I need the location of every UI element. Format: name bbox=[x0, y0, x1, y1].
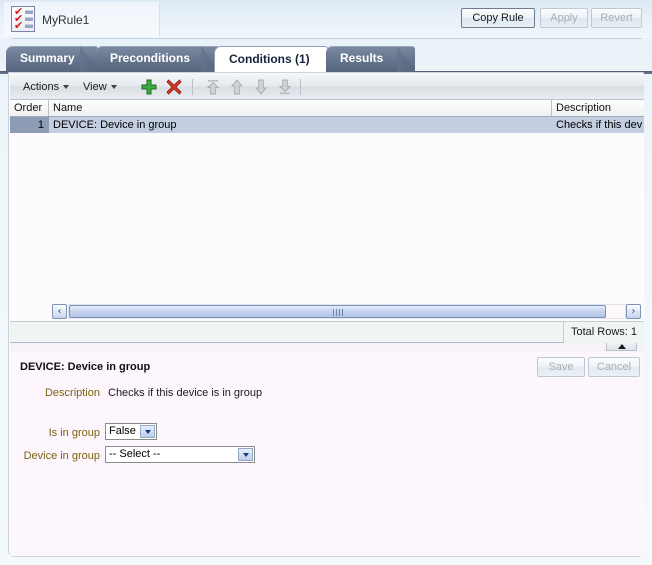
delete-icon[interactable] bbox=[165, 78, 183, 96]
splitter-collapse-button[interactable] bbox=[606, 343, 637, 351]
table-row[interactable]: 1 DEVICE: Device in group Checks if this… bbox=[10, 117, 644, 133]
actions-menu-label: Actions bbox=[23, 81, 60, 93]
chevron-down-icon[interactable] bbox=[140, 425, 155, 438]
chevron-down-icon[interactable] bbox=[238, 448, 253, 461]
cancel-button[interactable]: Cancel bbox=[588, 357, 640, 377]
column-header-description[interactable]: Description bbox=[552, 100, 644, 116]
actions-menu[interactable]: Actions bbox=[20, 78, 72, 96]
toolbar-separator bbox=[300, 79, 301, 95]
scroll-thumb[interactable] bbox=[69, 305, 606, 318]
view-menu[interactable]: View bbox=[80, 78, 120, 96]
toolbar-separator bbox=[192, 79, 193, 95]
cell-description: Checks if this dev bbox=[556, 119, 643, 131]
table-toolbar: Actions View bbox=[10, 74, 644, 100]
device-in-group-value: -- Select -- bbox=[109, 448, 161, 460]
table-horizontal-scrollbar[interactable]: ‹ › bbox=[10, 302, 644, 321]
move-to-top-icon[interactable] bbox=[204, 78, 222, 96]
window-header: ✔ ✔ ✔ MyRule1 Copy Rule Apply Revert bbox=[0, 0, 652, 40]
cell-name: DEVICE: Device in group bbox=[53, 119, 177, 131]
header-divider bbox=[12, 38, 642, 39]
total-rows-label: Total Rows: 1 bbox=[562, 322, 644, 343]
save-button[interactable]: Save bbox=[537, 357, 585, 377]
condition-detail-form: DEVICE: Device in group Save Cancel Desc… bbox=[10, 352, 644, 556]
cell-order: 1 bbox=[10, 117, 49, 133]
move-up-icon[interactable] bbox=[228, 78, 246, 96]
table-header-row: Order Name Description bbox=[10, 100, 644, 117]
column-header-order[interactable]: Order bbox=[10, 100, 49, 116]
move-down-icon[interactable] bbox=[252, 78, 270, 96]
description-label: Description bbox=[44, 387, 100, 399]
apply-button[interactable]: Apply bbox=[540, 8, 588, 28]
is-in-group-select[interactable]: False bbox=[105, 423, 157, 440]
column-header-name[interactable]: Name bbox=[49, 100, 552, 116]
chevron-down-icon bbox=[110, 85, 117, 90]
tab-results[interactable]: Results bbox=[326, 46, 415, 72]
description-value: Checks if this device is in group bbox=[108, 387, 263, 399]
device-in-group-label: Device in group bbox=[23, 450, 100, 462]
view-menu-label: View bbox=[83, 81, 107, 93]
conditions-panel: Actions View Order Name Description 1 DE… bbox=[8, 72, 644, 557]
tab-summary[interactable]: Summary bbox=[6, 46, 98, 72]
add-icon[interactable] bbox=[140, 78, 158, 96]
copy-rule-button[interactable]: Copy Rule bbox=[461, 8, 535, 28]
scroll-track[interactable] bbox=[68, 304, 626, 319]
revert-button[interactable]: Revert bbox=[591, 8, 642, 28]
triangle-up-icon bbox=[617, 344, 626, 349]
tab-preconditions[interactable]: Preconditions bbox=[96, 46, 219, 72]
detail-title: DEVICE: Device in group bbox=[20, 361, 151, 373]
page-title: MyRule1 bbox=[42, 13, 90, 27]
rule-checklist-icon: ✔ ✔ ✔ bbox=[11, 6, 35, 32]
scroll-thumb-grip bbox=[332, 309, 343, 316]
scroll-left-icon[interactable]: ‹ bbox=[52, 304, 67, 319]
tab-conditions[interactable]: Conditions (1) bbox=[214, 46, 328, 72]
chevron-down-icon bbox=[63, 85, 70, 90]
tab-bar: Summary Preconditions Conditions (1) Res… bbox=[0, 46, 652, 74]
application-window: ✔ ✔ ✔ MyRule1 Copy Rule Apply Revert Sum… bbox=[0, 0, 652, 565]
move-to-bottom-icon[interactable] bbox=[276, 78, 294, 96]
table-body: 1 DEVICE: Device in group Checks if this… bbox=[10, 117, 644, 302]
device-in-group-select[interactable]: -- Select -- bbox=[105, 446, 255, 463]
is-in-group-label: Is in group bbox=[48, 427, 100, 439]
is-in-group-value: False bbox=[109, 425, 136, 437]
scroll-right-icon[interactable]: › bbox=[626, 304, 641, 319]
panel-splitter[interactable] bbox=[10, 343, 644, 352]
table-status-bar: Total Rows: 1 bbox=[10, 321, 644, 343]
title-panel: ✔ ✔ ✔ MyRule1 bbox=[4, 2, 160, 36]
